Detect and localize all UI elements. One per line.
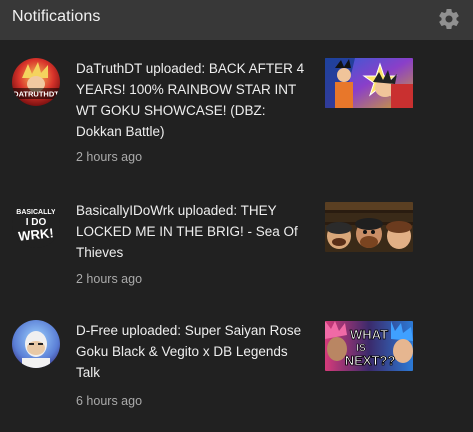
- avatar: [12, 320, 60, 368]
- notification-time: 6 hours ago: [76, 394, 143, 408]
- thumbnail-text: WHAT: [350, 327, 388, 342]
- video-thumbnail[interactable]: WHAT IS NEXT??: [325, 321, 413, 371]
- notification-time: 2 hours ago: [76, 150, 143, 164]
- notification-item[interactable]: DATRUTHDT DaTruthDT uploaded: BACK AFTER…: [0, 48, 473, 168]
- notification-item[interactable]: D-Free uploaded: Super Saiyan Rose Goku …: [0, 312, 473, 432]
- thumbnail-text: NEXT??: [345, 353, 396, 368]
- notification-text: D-Free uploaded: Super Saiyan Rose Goku …: [76, 323, 302, 380]
- notification-item[interactable]: BASICALLY I DO WRK! BasicallyIDoWrk uplo…: [0, 192, 473, 312]
- video-thumbnail[interactable]: [325, 202, 413, 252]
- avatar: DATRUTHDT: [12, 58, 60, 106]
- avatar-logo-text: BASICALLY: [16, 209, 56, 216]
- notification-time: 2 hours ago: [76, 272, 143, 286]
- avatar: BASICALLY I DO WRK!: [12, 200, 60, 248]
- notifications-header: Notifications: [0, 0, 473, 40]
- page-title: Notifications: [12, 8, 101, 25]
- video-thumbnail[interactable]: [325, 58, 413, 108]
- notification-text: DaTruthDT uploaded: BACK AFTER 4 YEARS! …: [76, 61, 305, 139]
- notification-text: BasicallyIDoWrk uploaded: THEY LOCKED ME…: [76, 203, 298, 260]
- gear-icon[interactable]: [437, 7, 461, 31]
- avatar-logo-text: DATRUTHDT: [13, 90, 59, 99]
